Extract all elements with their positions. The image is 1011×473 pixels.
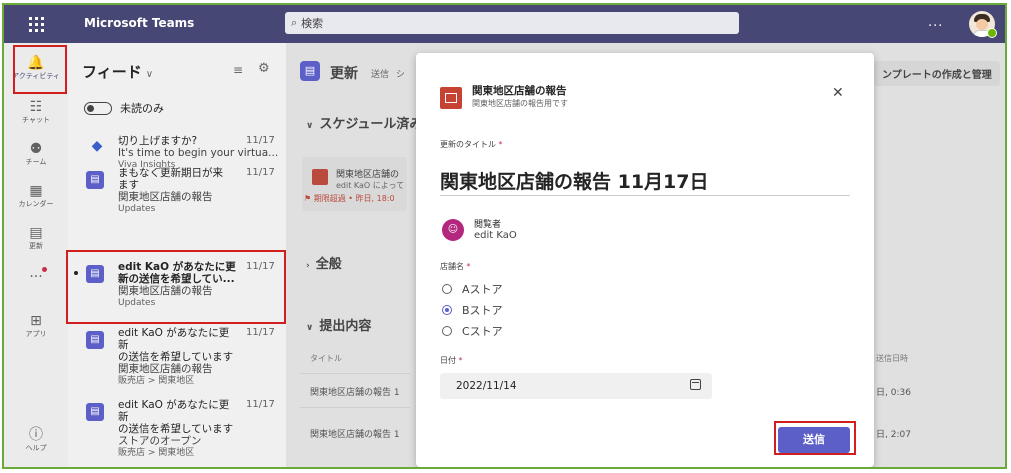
overdue-status: ⚑ 期限超過 • 昨日, 18:0 [304,194,395,203]
highlight-box-feed-item [66,250,286,324]
rail-item-label: カレンダー [18,200,54,208]
rail-item-label: アプリ [25,330,47,338]
divider [300,407,410,408]
report-icon [440,87,462,109]
manage-templates-button[interactable]: ンプレートの作成と管理 [874,61,1000,86]
table-cell: 日, 2:07 [876,430,911,440]
rail-item-teams[interactable]: ⚉ チーム [4,141,68,167]
updates-icon: ▤ [86,171,104,189]
section-submitted[interactable]: ∨ 提出内容 [306,315,371,334]
viva-insights-icon: ◆ [91,138,103,154]
rail-item-chat[interactable]: ☷ チャット [4,99,68,125]
radio-button[interactable] [442,326,452,336]
calendar-icon: ▦ [29,183,43,199]
table-row[interactable]: 関東地区店舗の報告 1 [310,385,400,398]
rail-item-label: ヘルプ [25,444,47,452]
highlight-box-submit [774,421,856,455]
chevron-right-icon: › [306,261,310,271]
app-launcher-button[interactable] [4,5,68,43]
highlight-box-activity [13,45,67,94]
calendar-icon[interactable] [690,379,701,390]
search-icon: ⌕ [291,16,298,29]
radio-store-c[interactable]: Cストア [442,323,503,339]
date-label: 日付 * [440,356,463,365]
updates-icon: ▤ [29,225,43,241]
rail-item-label: 更新 [29,242,43,250]
close-icon[interactable]: ✕ [832,85,844,101]
updates-icon: ▤ [86,403,104,421]
presence-status-icon [987,28,997,38]
dialog-title: 関東地区店舗の報告 [472,85,567,97]
chevron-down-icon: ∨ [306,121,314,131]
update-title-field[interactable]: 関東地区店舗の報告 11月17日 [440,167,709,194]
rail-item-help[interactable]: ⓘ ヘルプ [4,427,68,453]
radio-button[interactable] [442,284,452,294]
viewer-avatar: ☺ [442,219,464,241]
date-input[interactable]: 2022/11/14 [440,373,712,399]
column-header-title: タイトル [310,354,342,363]
radio-store-a[interactable]: Aストア [442,281,503,297]
title-bar: Microsoft Teams ⌕ 検索 ... [4,5,1005,43]
rail-item-updates[interactable]: ▤ 更新 [4,225,68,251]
help-icon: ⓘ [29,427,43,443]
rail-item-apps[interactable]: ⊞ アプリ [4,313,68,339]
chat-icon: ☷ [29,99,43,115]
tab-sent[interactable]: 送信 シ [371,67,405,80]
divider [440,195,850,196]
unread-only-label: 未読のみ [120,102,164,115]
report-icon [312,169,328,185]
feed-title[interactable]: フィード ∨ [82,61,153,82]
notification-dot-icon [42,267,47,272]
section-general[interactable]: › 全般 [306,253,342,272]
rail-item-calendar[interactable]: ▦ カレンダー [4,183,68,209]
filter-icon[interactable]: ≡ [233,63,243,77]
unread-only-toggle[interactable]: 未読のみ [84,100,164,116]
page-title: 更新 [330,66,358,82]
rail-item-label: チーム [25,158,47,166]
more-icon: ... [29,265,43,281]
radio-button-selected[interactable] [442,305,452,315]
updates-icon: ▤ [86,331,104,349]
more-options-button[interactable]: ... [928,15,943,30]
search-placeholder: 検索 [301,17,324,30]
radio-store-b[interactable]: Bストア [442,302,503,318]
viewer-name: edit KaO [474,230,517,241]
updates-icon: ▤ [300,61,320,81]
waffle-icon [28,16,44,32]
rail-item-label: チャット [22,116,50,124]
table-cell: 日, 0:36 [876,388,911,398]
app-rail: 🔔 アクティビティ ☷ チャット ⚉ チーム ▦ カレンダー ▤ 更新 ... … [4,43,68,467]
rail-item-more[interactable]: ... [4,265,68,281]
apps-icon: ⊞ [30,313,42,329]
table-row[interactable]: 関東地区店舗の報告 1 [310,427,400,440]
dialog-subtitle: 関東地区店舗の報告用です [472,99,568,108]
gear-icon[interactable]: ⚙ [258,61,270,76]
toggle-switch[interactable] [84,101,112,115]
chevron-down-icon: ∨ [306,323,314,333]
divider [300,373,410,374]
teams-icon: ⚉ [29,141,43,157]
column-header-sent: 送信日時 [876,354,908,363]
teams-window: Microsoft Teams ⌕ 検索 ... 🔔 アクティビティ ☷ チャッ… [2,3,1007,469]
chevron-down-icon: ∨ [145,69,154,80]
store-label: 店舗名 * [440,262,471,271]
update-dialog: 関東地区店舗の報告 関東地区店舗の報告用です ✕ 更新のタイトル * 関東地区店… [416,53,874,467]
viewer-label: 閲覧者 [474,220,502,230]
app-name: Microsoft Teams [84,16,195,30]
update-title-label: 更新のタイトル * [440,140,503,149]
section-scheduled[interactable]: ∨ スケジュール済み [306,113,422,132]
search-input[interactable]: ⌕ 検索 [285,12,739,34]
